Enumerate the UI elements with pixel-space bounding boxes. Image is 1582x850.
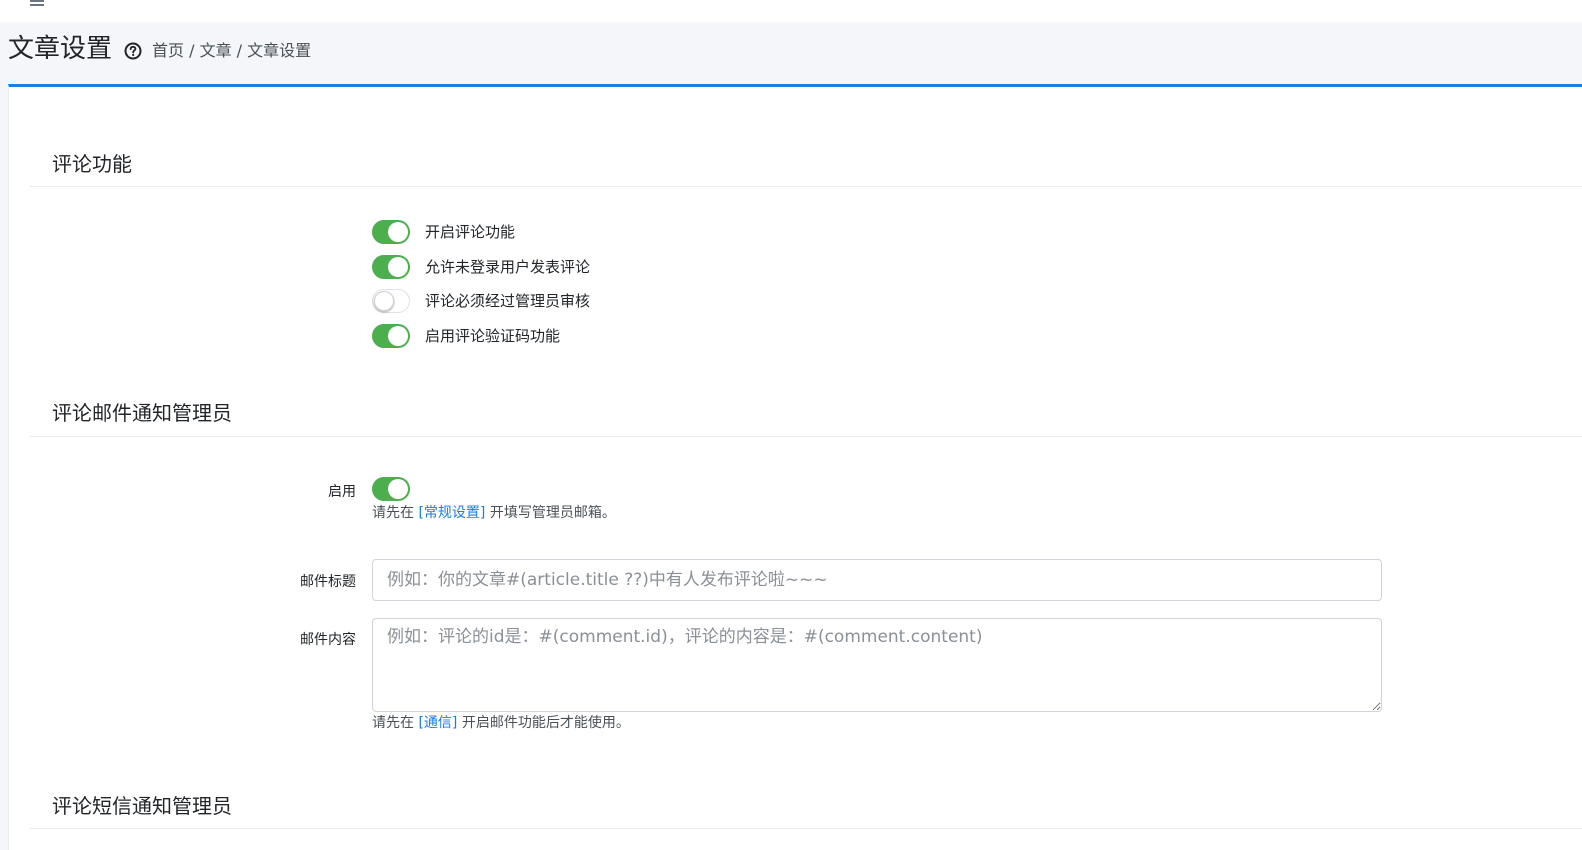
section-divider [30, 436, 1582, 437]
general-settings-link[interactable]: [常规设置] [418, 505, 485, 521]
section-title-comment: 评论功能 [52, 152, 132, 176]
settings-card: 评论功能 开启评论功能 允许未登录用户发表评论 评论必须经过管理员审核 启用评论… [8, 84, 1582, 850]
toggle-label: 允许未登录用户发表评论 [425, 258, 591, 276]
toggle-switch[interactable] [372, 324, 410, 348]
email-enable-help: 请先在 [常规设置] 开填写管理员邮箱。 [372, 505, 616, 521]
toggle-email-enable[interactable] [372, 476, 410, 502]
menu-icon[interactable] [30, 0, 44, 9]
section-title-sms: 评论短信通知管理员 [52, 794, 232, 818]
toggle-switch[interactable] [372, 220, 410, 244]
toggle-switch[interactable] [372, 289, 410, 313]
section-divider [30, 186, 1582, 187]
toggle-allow-anonymous[interactable]: 允许未登录用户发表评论 [372, 254, 590, 280]
toggle-captcha[interactable]: 启用评论验证码功能 [372, 323, 560, 349]
section-title-email: 评论邮件通知管理员 [52, 401, 232, 425]
breadcrumb[interactable]: 首页 / 文章 / 文章设置 [152, 41, 311, 61]
toggle-switch[interactable] [372, 477, 410, 501]
page-title: 文章设置 [8, 34, 113, 64]
top-navbar [0, 0, 1582, 22]
toggle-label: 评论必须经过管理员审核 [425, 292, 591, 310]
toggle-label: 启用评论验证码功能 [425, 327, 561, 345]
section-divider [30, 828, 1582, 829]
toggle-require-audit[interactable]: 评论必须经过管理员审核 [372, 288, 590, 314]
communication-link[interactable]: [通信] [418, 715, 457, 731]
toggle-enable-comment[interactable]: 开启评论功能 [372, 219, 515, 245]
question-circle-icon[interactable] [124, 42, 142, 60]
enable-label: 启用 [328, 484, 356, 500]
email-content-help: 请先在 [通信] 开启邮件功能后才能使用。 [372, 715, 630, 731]
toggle-switch[interactable] [372, 255, 410, 279]
email-subject-input[interactable] [372, 559, 1382, 601]
email-content-textarea[interactable] [372, 618, 1382, 712]
subject-label: 邮件标题 [300, 574, 356, 590]
toggle-label: 开启评论功能 [425, 223, 516, 241]
content-label: 邮件内容 [300, 632, 356, 648]
content-header: 文章设置 首页 / 文章 / 文章设置 [0, 22, 1582, 84]
